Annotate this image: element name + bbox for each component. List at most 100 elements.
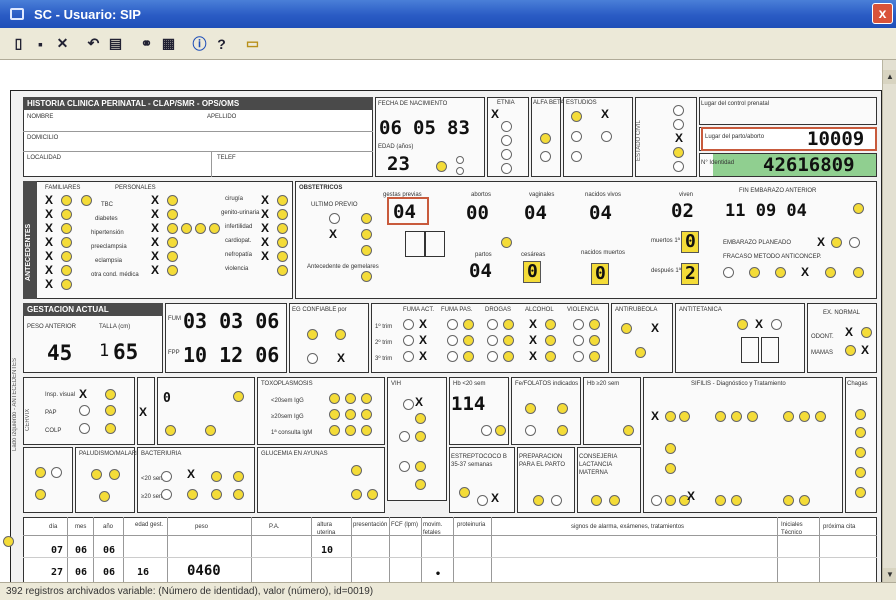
toxo-label: TOXOPLASMOSIS [261, 381, 313, 387]
age-flag[interactable] [436, 161, 447, 172]
close-button[interactable]: x [872, 3, 893, 24]
fpp-label: FPP [168, 350, 180, 356]
row2-dia[interactable]: 27 [51, 567, 63, 578]
identity-value[interactable]: 42616809 [763, 154, 855, 176]
row1-anio[interactable]: 06 [103, 545, 115, 556]
fin-emb-value[interactable]: 11 09 04 [725, 201, 807, 221]
hb-label: Hb <20 sem [453, 381, 486, 387]
form-canvas: Lado izquierdo - ANTECEDENTES HISTORIA C… [0, 60, 882, 588]
cervix-label: CERVIX [25, 408, 31, 431]
col-anio: año [103, 524, 114, 530]
peso-anterior-value[interactable]: 45 [47, 341, 72, 365]
col-pa: P.A. [269, 524, 280, 530]
row1-altura[interactable]: 10 [321, 545, 333, 556]
fin-emb-label: FIN EMBARAZO ANTERIOR [739, 188, 817, 194]
side-vertical-text: Lado izquierdo - ANTECEDENTES [12, 357, 18, 451]
fuma-act-label: FUMA ACT. [403, 307, 435, 313]
col-mes: mes [75, 524, 87, 530]
antitetanica-label: ANTITETANICA [679, 307, 722, 313]
hb2-label: Hb ≥20 sem [587, 381, 620, 387]
row2-edad[interactable]: 16 [137, 567, 149, 578]
perinatal-history-form: Lado izquierdo - ANTECEDENTES HISTORIA C… [3, 90, 882, 588]
save-icon[interactable]: ▪ [30, 33, 51, 54]
gestacion-label: GESTACION ACTUAL [23, 303, 163, 316]
nacidos-vivos-value[interactable]: 04 [589, 202, 612, 224]
partos-value[interactable]: 04 [469, 260, 492, 282]
fum-value[interactable]: 03 03 06 [183, 309, 279, 333]
row2-anio[interactable]: 06 [103, 567, 115, 578]
side-marker[interactable] [3, 536, 14, 547]
fum-label: FUM [168, 316, 181, 322]
row2-dot: • [435, 569, 442, 580]
alfa-beta-label: ALFA BETA [533, 100, 565, 106]
estado-civil-label: ESTADO CIVIL [636, 120, 642, 161]
fe-folatos-label: Fe/FOLATOS indicados [515, 381, 579, 387]
obstetricos-label: OBSTETRICOS [299, 185, 343, 191]
gestas-highlight [387, 197, 429, 225]
talla-prefix: 1 [99, 341, 110, 361]
fuma-pas-label: FUMA PAS. [441, 307, 473, 313]
col-signos: signos de alarma, exámenes, tratamientos [571, 524, 685, 530]
delete-icon[interactable]: ✕ [52, 33, 73, 54]
new-icon[interactable]: ▯ [8, 33, 29, 54]
print-icon[interactable]: ▤ [105, 33, 126, 54]
glucemia-label: GLUCEMIA EN AYUNAS [261, 451, 328, 457]
info-icon[interactable]: ⓘ [189, 33, 210, 54]
abortos-label: abortos [471, 192, 492, 198]
apellido-label: APELLIDO [207, 114, 237, 120]
window-icon [10, 8, 24, 20]
window-title: SC - Usuario: SIP [34, 6, 141, 22]
antirubeola-label: ANTIRUBEOLA [615, 307, 658, 313]
status-bar: 392 registros archivados variable: (Núme… [0, 582, 896, 600]
muertos-1sem-value[interactable]: 0 [685, 231, 696, 252]
hb-value[interactable]: 114 [451, 393, 485, 415]
palu-extra-box [23, 447, 73, 513]
back-icon[interactable]: ↶ [83, 33, 104, 54]
folder-icon[interactable]: ▭ [242, 33, 263, 54]
col-peso: peso [195, 524, 209, 530]
nacidos-muertos-label: nacidos muertos [581, 250, 626, 256]
viven-label: viven [679, 192, 694, 198]
vaginales-value[interactable]: 04 [524, 202, 547, 224]
col-edad: edad gest. [135, 522, 164, 528]
fracaso-label: FRACASO METODO ANTICONCEP. [723, 254, 822, 260]
personales-label: PERSONALES [115, 185, 156, 191]
talla-value[interactable]: 65 [113, 340, 138, 364]
fpp-value[interactable]: 10 12 06 [183, 343, 279, 367]
drogas-label: DROGAS [485, 307, 512, 313]
nacidos-vivos-label: nacidos vivos [585, 192, 622, 198]
identidad-label: N° Identidad [701, 160, 735, 166]
nombre-label: NOMBRE [27, 114, 54, 120]
row2-peso[interactable]: 0460 [187, 563, 221, 579]
help-icon[interactable]: ? [211, 33, 232, 54]
col-dia: día [49, 524, 58, 530]
lugar-control-value[interactable]: 10009 [807, 128, 864, 150]
viven-value[interactable]: 02 [671, 200, 694, 222]
abortos-value[interactable]: 00 [466, 202, 489, 224]
scroll-up-icon[interactable]: ▲ [883, 70, 896, 84]
row1-dia[interactable]: 07 [51, 545, 63, 556]
cesareas-value[interactable]: 0 [527, 261, 538, 282]
toolbar: ▯ ▪ ✕ ↶ ▤ ⚭ ▦ ⓘ ? ▭ [0, 28, 896, 60]
form-title: HISTORIA CLINICA PERINATAL - CLAP/SMR - … [23, 97, 373, 110]
birth-day[interactable]: 06 [379, 117, 402, 139]
birth-month[interactable]: 05 [413, 117, 436, 139]
grid-icon[interactable]: ▦ [158, 33, 179, 54]
consejeria-label: CONSEJERIA LACTANCIA MATERNA [579, 454, 618, 476]
nacidos-muertos-value[interactable]: 0 [595, 263, 606, 284]
birth-year[interactable]: 83 [447, 117, 470, 139]
edad-label: EDAD (años) [378, 144, 414, 150]
col-iniciales: Iniciales Técnico [781, 522, 803, 536]
scroll-down-icon[interactable]: ▼ [883, 568, 896, 582]
paludismo-label: PALUDISMO/MALARIA [79, 451, 142, 457]
binoculars-icon[interactable]: ⚭ [136, 33, 157, 54]
col-fcf: FCF (lpm) [391, 522, 418, 528]
despues-1sem-value[interactable]: 2 [685, 263, 696, 284]
preparacion-label: PREPARACION PARA EL PARTO [519, 454, 566, 468]
row1-mes[interactable]: 06 [75, 545, 87, 556]
emb-planeado-label: EMBARAZO PLANEADO [723, 240, 792, 246]
row2-mes[interactable]: 06 [75, 567, 87, 578]
talla-label: TALLA (cm) [99, 324, 131, 330]
edad-value[interactable]: 23 [387, 153, 410, 175]
vertical-scrollbar[interactable]: ▲ ▼ [882, 60, 896, 582]
